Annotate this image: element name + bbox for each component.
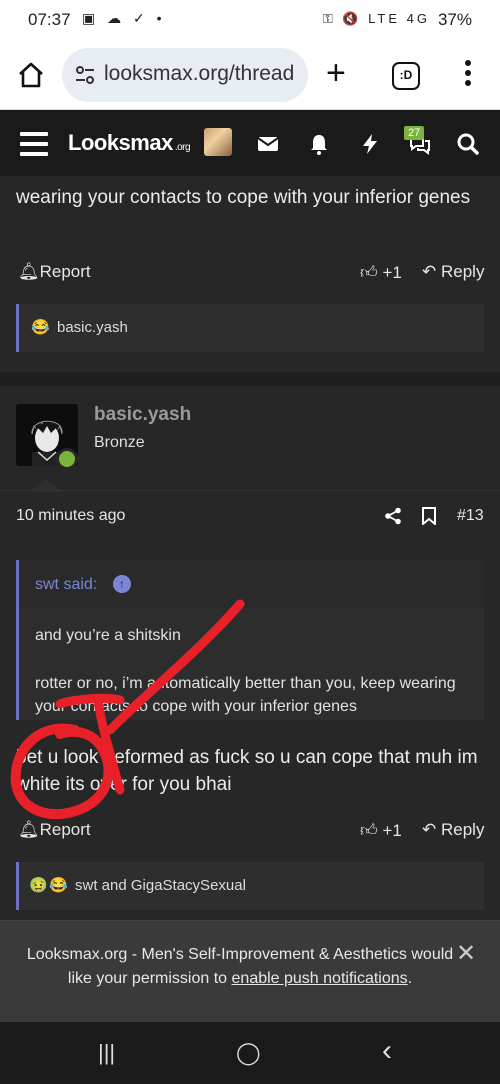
recent-apps-button[interactable]: |||: [98, 1040, 115, 1066]
browser-toolbar: looksmax.org/thread + :D: [0, 40, 500, 110]
reply-label: Reply: [440, 262, 485, 281]
lightning-icon[interactable]: [358, 132, 382, 156]
like-count: +1: [382, 821, 402, 840]
thumbs-up-icon: 👍︎: [360, 821, 378, 840]
bookmark-icon[interactable]: [421, 507, 437, 525]
reply-label: Reply: [440, 820, 485, 839]
back-button[interactable]: ‹: [382, 1034, 392, 1068]
reply-button[interactable]: ↶ Reply: [422, 262, 484, 282]
reactions-users: swt and GigaStacySexual: [75, 877, 246, 894]
status-bar: 07:37 ▣ ☁ ✓ • ⚿ 🔇 LTE 4G 37%: [0, 0, 500, 40]
reactions-bar[interactable]: 😂 basic.yash: [16, 304, 484, 352]
site-navbar: Looksmax .org 27: [0, 110, 500, 176]
more-vert-icon: [465, 60, 471, 86]
close-icon[interactable]: ✕: [456, 939, 476, 968]
push-permission-text: Looksmax.org - Men's Self-Improvement & …: [20, 943, 460, 991]
like-count: +1: [382, 263, 402, 282]
envelope-icon[interactable]: [256, 132, 280, 156]
logo-text: Looksmax: [68, 130, 173, 155]
user-avatar[interactable]: [204, 128, 232, 156]
push-permission-banner: Looksmax.org - Men's Self-Improvement & …: [0, 920, 500, 1022]
status-time: 07:37: [28, 10, 71, 29]
browser-menu-button[interactable]: [462, 60, 474, 86]
url-text[interactable]: looksmax.org/thread: [104, 62, 300, 86]
share-icon[interactable]: [384, 507, 402, 525]
notification-count-badge: 27: [404, 126, 425, 140]
laughing-crying-emoji-icon: 😂: [49, 877, 68, 894]
address-bar[interactable]: looksmax.org/thread: [62, 48, 308, 102]
post-number-link[interactable]: #13: [457, 507, 484, 525]
post-separator: [0, 372, 500, 386]
report-button[interactable]: 🔔︎Report: [18, 262, 91, 282]
reactions-bar[interactable]: 🤢 😂 swt and GigaStacySexual: [16, 862, 484, 910]
tab-switcher-button[interactable]: :D: [392, 62, 420, 90]
divider: [0, 490, 500, 491]
site-logo[interactable]: Looksmax .org: [68, 130, 191, 156]
thumbs-up-icon: 👍︎: [360, 263, 378, 282]
quote-header: swt said: ↑: [19, 560, 484, 608]
post-timestamp[interactable]: 10 minutes ago: [16, 507, 125, 525]
report-button[interactable]: 🔔︎Report: [18, 820, 91, 840]
site-settings-icon[interactable]: [74, 64, 96, 86]
thread-content: wearing your contacts to cope with your …: [0, 176, 500, 920]
android-navigation-bar: ||| ◯ ‹: [0, 1022, 500, 1084]
status-system-icons: ⚿ 🔇 LTE 4G: [322, 11, 430, 26]
bell-icon: 🔔︎: [18, 820, 40, 839]
quote-line: and you’re a shitskin: [35, 627, 181, 644]
push-permission-period: .: [407, 970, 413, 987]
bell-icon[interactable]: [307, 132, 331, 156]
like-button[interactable]: 👍︎ +1: [360, 262, 402, 283]
report-label: Report: [39, 262, 91, 281]
report-label: Report: [39, 820, 91, 839]
previous-post: wearing your contacts to cope with your …: [0, 176, 500, 372]
laughing-crying-emoji-icon: 😂: [31, 319, 50, 336]
battery-level: 37%: [437, 10, 472, 29]
nauseated-face-emoji-icon: 🤢: [29, 877, 48, 894]
reply-arrow-icon: ↶: [422, 262, 437, 281]
new-tab-button[interactable]: +: [326, 56, 346, 90]
home-button[interactable]: ◯: [236, 1040, 261, 1066]
post-body-text: wearing your contacts to cope with your …: [16, 187, 471, 208]
quote-line: rotter or no, i’m automatically better t…: [35, 675, 456, 715]
post-body-text: bet u look deformed as fuck so u can cop…: [16, 747, 478, 795]
jump-to-quote-icon[interactable]: ↑: [113, 575, 131, 593]
reply-button[interactable]: ↶ Reply: [422, 820, 484, 840]
logo-suffix: .org: [174, 142, 191, 153]
quote-author-link[interactable]: swt said:: [35, 576, 97, 594]
status-notification-icons: ▣ ☁ ✓ •: [82, 10, 166, 26]
search-icon[interactable]: [456, 132, 480, 156]
hamburger-menu-icon[interactable]: [20, 132, 48, 156]
like-button[interactable]: 👍︎ +1: [360, 820, 402, 841]
poster-username[interactable]: basic.yash: [94, 404, 191, 426]
reactions-users: basic.yash: [57, 319, 128, 336]
quote-block: swt said: ↑ and you’re a shitskin rotter…: [16, 560, 484, 720]
bell-icon: 🔔︎: [18, 262, 40, 281]
reply-arrow-icon: ↶: [422, 820, 437, 839]
enable-push-notifications-link[interactable]: enable push notifications: [232, 970, 408, 987]
home-icon[interactable]: [16, 60, 46, 90]
online-status-indicator: [56, 448, 78, 470]
poster-rank: Bronze: [94, 434, 145, 451]
